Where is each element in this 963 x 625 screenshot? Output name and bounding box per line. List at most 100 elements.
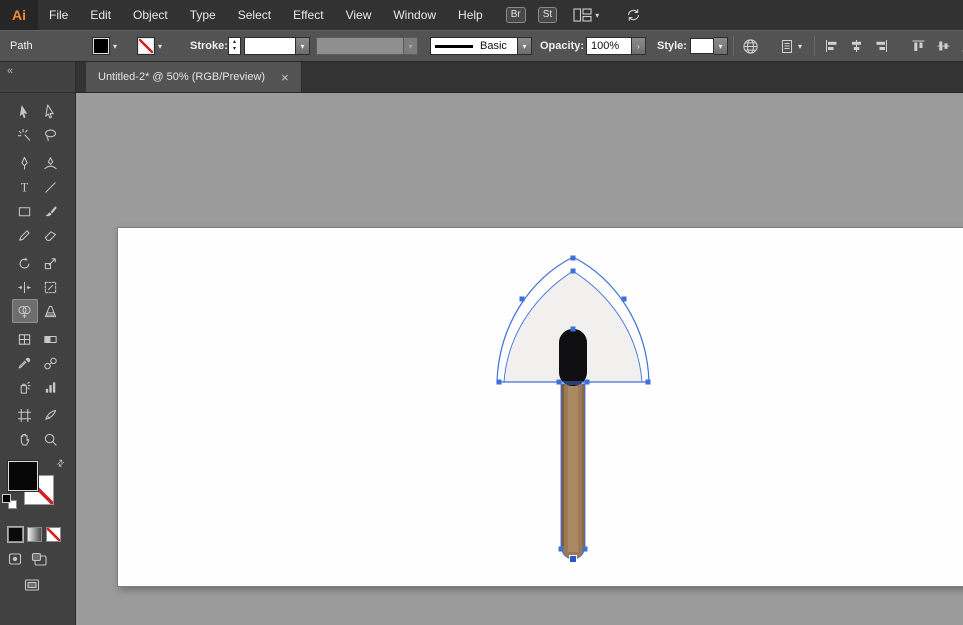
menu-window[interactable]: Window	[382, 0, 447, 30]
artboard[interactable]	[117, 227, 963, 587]
shape-builder-tool[interactable]	[11, 299, 38, 323]
align-left-icon[interactable]	[824, 39, 839, 53]
pasteboard[interactable]	[76, 93, 963, 625]
style-swatch[interactable]	[690, 38, 714, 54]
brush-definition-combo[interactable]: Basic ▾	[430, 31, 532, 61]
menu-file[interactable]: File	[38, 0, 79, 30]
pencil-icon	[19, 229, 30, 241]
scale-tool[interactable]	[38, 251, 64, 275]
draw-normal-icon[interactable]	[8, 552, 25, 566]
align-top-icon[interactable]	[911, 39, 926, 53]
document-setup-button[interactable]: ▾	[780, 31, 802, 61]
line-icon	[45, 181, 56, 193]
menu-view[interactable]: View	[335, 0, 383, 30]
bridge-button[interactable]: Br	[505, 7, 526, 23]
type-tool[interactable]: T	[12, 175, 38, 199]
anchor-point[interactable]	[582, 546, 588, 552]
stepper-down-icon[interactable]: ▾	[233, 46, 236, 53]
style-combo[interactable]: ▾	[690, 31, 728, 61]
chevron-down-icon[interactable]: ▾	[158, 42, 162, 51]
none-button[interactable]	[46, 527, 61, 542]
fill-color-control[interactable]: ▾	[92, 31, 117, 61]
anchor-point[interactable]	[558, 546, 564, 552]
menu-select[interactable]: Select	[227, 0, 282, 30]
collapse-panel-icon[interactable]: «	[7, 65, 13, 77]
anchor-point[interactable]	[556, 379, 562, 385]
menu-object[interactable]: Object	[122, 0, 179, 30]
rectangle-tool[interactable]	[12, 199, 38, 223]
default-fill-stroke-icon[interactable]	[2, 494, 18, 510]
stepper-up-icon[interactable]: ▴	[233, 39, 236, 46]
opacity-control[interactable]: 100% ›	[586, 31, 646, 61]
chevron-down-icon[interactable]: ▾	[518, 37, 532, 55]
shovel-grip-shape[interactable]	[559, 329, 587, 386]
anchor-point-selected[interactable]	[569, 555, 577, 563]
menu-type[interactable]: Type	[179, 0, 227, 30]
anchor-point[interactable]	[570, 326, 576, 332]
lasso-tool[interactable]	[38, 123, 64, 147]
anchor-point[interactable]	[496, 379, 502, 385]
menu-help[interactable]: Help	[447, 0, 494, 30]
rotate-tool[interactable]	[12, 251, 38, 275]
free-transform-tool[interactable]	[38, 275, 64, 299]
direct-selection-tool[interactable]	[38, 99, 64, 123]
anchor-point[interactable]	[621, 296, 627, 302]
document-tab[interactable]: Untitled-2* @ 50% (RGB/Preview) ×	[86, 62, 302, 92]
menu-effect[interactable]: Effect	[282, 0, 334, 30]
zoom-tool[interactable]	[38, 427, 64, 451]
artboard-tool[interactable]	[12, 403, 38, 427]
fill-indicator[interactable]	[7, 460, 39, 492]
stroke-width-field[interactable]	[244, 37, 296, 55]
chevron-down-icon[interactable]: ▾	[296, 37, 310, 55]
gradient-tool[interactable]	[38, 327, 64, 351]
chevron-down-icon[interactable]: ▾	[714, 37, 728, 55]
slice-tool[interactable]	[38, 403, 64, 427]
eraser-tool[interactable]	[38, 223, 64, 247]
menu-edit[interactable]: Edit	[79, 0, 122, 30]
draw-behind-icon[interactable]	[31, 552, 48, 566]
brush-field[interactable]: Basic	[430, 37, 518, 55]
chevron-down-icon[interactable]: ▾	[113, 42, 117, 51]
anchor-point[interactable]	[584, 379, 590, 385]
anchor-point[interactable]	[570, 268, 576, 274]
anchor-point[interactable]	[570, 255, 576, 261]
fill-swatch[interactable]	[92, 37, 110, 55]
eyedropper-tool[interactable]	[12, 351, 38, 375]
stroke-color-control[interactable]: ▾	[137, 31, 162, 61]
stroke-none-swatch[interactable]	[137, 37, 155, 55]
anchor-point[interactable]	[645, 379, 651, 385]
selection-tool[interactable]	[12, 99, 38, 123]
magic-wand-tool[interactable]	[12, 123, 38, 147]
column-graph-tool[interactable]	[38, 375, 64, 399]
blend-tool[interactable]	[38, 351, 64, 375]
pencil-tool[interactable]	[12, 223, 38, 247]
stroke-width-combo[interactable]: ▾	[244, 31, 310, 61]
gradient-button[interactable]	[27, 527, 42, 542]
width-tool[interactable]	[12, 275, 38, 299]
hand-tool[interactable]	[12, 427, 38, 451]
variable-width-profile-combo-disabled: ▾	[316, 31, 418, 61]
screen-mode-button[interactable]	[0, 578, 75, 597]
paintbrush-tool[interactable]	[38, 199, 64, 223]
perspective-grid-tool[interactable]	[38, 299, 64, 323]
pen-tool[interactable]	[12, 151, 38, 175]
anchor-point[interactable]	[519, 296, 525, 302]
workspace-switcher-button[interactable]: ▾	[573, 8, 599, 22]
line-segment-tool[interactable]	[38, 175, 64, 199]
stroke-width-stepper[interactable]: ▴ ▾	[228, 37, 241, 55]
opacity-field[interactable]: 100%	[586, 37, 632, 55]
align-center-vertical-icon[interactable]	[936, 39, 951, 53]
close-icon[interactable]: ×	[281, 71, 289, 84]
stock-button[interactable]: St	[537, 7, 558, 23]
color-button[interactable]	[8, 527, 23, 542]
align-center-horizontal-icon[interactable]	[849, 39, 864, 53]
panel-arrow-icon[interactable]: ›	[632, 37, 646, 55]
align-right-icon[interactable]	[874, 39, 889, 53]
document-info-button[interactable]	[742, 31, 759, 61]
sync-settings-button[interactable]	[625, 7, 642, 23]
workspace-layout-icon	[573, 8, 592, 22]
swap-fill-stroke-icon[interactable]: ⇄	[54, 457, 67, 470]
mesh-tool[interactable]	[12, 327, 38, 351]
symbol-sprayer-tool[interactable]	[12, 375, 38, 399]
curvature-tool[interactable]	[38, 151, 64, 175]
